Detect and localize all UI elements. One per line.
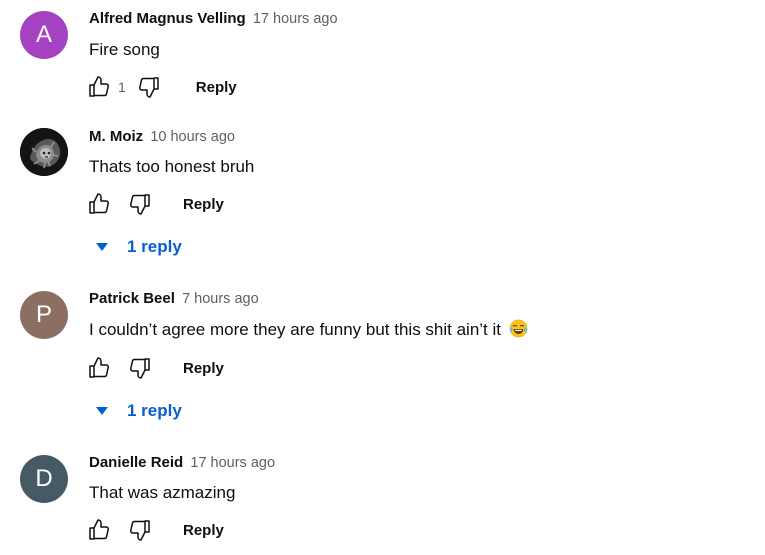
comment-header: Alfred Magnus Velling 17 hours ago bbox=[89, 9, 338, 29]
reply-button[interactable]: Reply bbox=[183, 196, 224, 213]
thumb-up-icon bbox=[87, 356, 111, 380]
face-with-tears-of-joy-icon bbox=[509, 319, 528, 338]
dislike-button[interactable] bbox=[126, 516, 154, 544]
timestamp[interactable]: 17 hours ago bbox=[190, 455, 275, 471]
avatar-letter: D bbox=[35, 465, 53, 492]
avatar[interactable]: D bbox=[20, 455, 68, 503]
avatar-letter: P bbox=[35, 301, 52, 328]
comment-actions: Reply bbox=[85, 354, 224, 382]
replies-count-label: 1 reply bbox=[127, 401, 182, 420]
like-button[interactable] bbox=[85, 190, 113, 218]
avatar[interactable] bbox=[20, 128, 68, 176]
timestamp[interactable]: 17 hours ago bbox=[253, 11, 338, 27]
avatar[interactable]: P bbox=[20, 291, 68, 339]
author-name[interactable]: Danielle Reid bbox=[89, 454, 183, 471]
comment-text-body: I couldn’t agree more they are funny but… bbox=[89, 320, 502, 339]
view-replies-button[interactable]: 1 reply bbox=[94, 399, 182, 423]
timestamp[interactable]: 7 hours ago bbox=[182, 291, 259, 307]
lion-photo-icon bbox=[20, 128, 68, 176]
thumb-down-icon bbox=[128, 192, 152, 216]
thumb-down-icon bbox=[137, 75, 161, 99]
comment-actions: Reply bbox=[85, 516, 224, 544]
view-replies-button[interactable]: 1 reply bbox=[94, 235, 182, 259]
comment-header: M. Moiz 10 hours ago bbox=[89, 127, 235, 147]
avatar-letter: A bbox=[35, 21, 52, 48]
like-button[interactable] bbox=[85, 354, 113, 382]
avatar[interactable]: A bbox=[20, 11, 68, 59]
comment-text: Fire song bbox=[89, 40, 160, 59]
dislike-button[interactable] bbox=[135, 73, 163, 101]
thumb-down-icon bbox=[128, 356, 152, 380]
reply-button[interactable]: Reply bbox=[196, 79, 237, 96]
thumb-down-icon bbox=[128, 518, 152, 542]
replies-count-label: 1 reply bbox=[127, 237, 182, 256]
reply-button[interactable]: Reply bbox=[183, 522, 224, 539]
like-count: 1 bbox=[118, 79, 126, 95]
dislike-button[interactable] bbox=[126, 354, 154, 382]
reply-button[interactable]: Reply bbox=[183, 360, 224, 377]
author-name[interactable]: Alfred Magnus Velling bbox=[89, 10, 246, 27]
author-name[interactable]: M. Moiz bbox=[89, 128, 143, 145]
timestamp[interactable]: 10 hours ago bbox=[150, 129, 235, 145]
author-name[interactable]: Patrick Beel bbox=[89, 290, 175, 307]
comment-header: Danielle Reid 17 hours ago bbox=[89, 453, 275, 473]
thumb-up-icon bbox=[87, 192, 111, 216]
comment-actions: Reply bbox=[85, 190, 224, 218]
thumb-up-icon bbox=[87, 75, 111, 99]
comment-header: Patrick Beel 7 hours ago bbox=[89, 289, 259, 309]
comment-text: I couldn’t agree more they are funny but… bbox=[89, 319, 528, 341]
comment-text: Thats too honest bruh bbox=[89, 157, 255, 176]
comment-actions: 1 Reply bbox=[85, 73, 237, 101]
caret-down-icon bbox=[94, 403, 110, 419]
dislike-button[interactable] bbox=[126, 190, 154, 218]
like-button[interactable] bbox=[85, 516, 113, 544]
thumb-up-icon bbox=[87, 518, 111, 542]
caret-down-icon bbox=[94, 239, 110, 255]
like-button[interactable] bbox=[85, 73, 113, 101]
comment-text: That was azmazing bbox=[89, 483, 236, 502]
